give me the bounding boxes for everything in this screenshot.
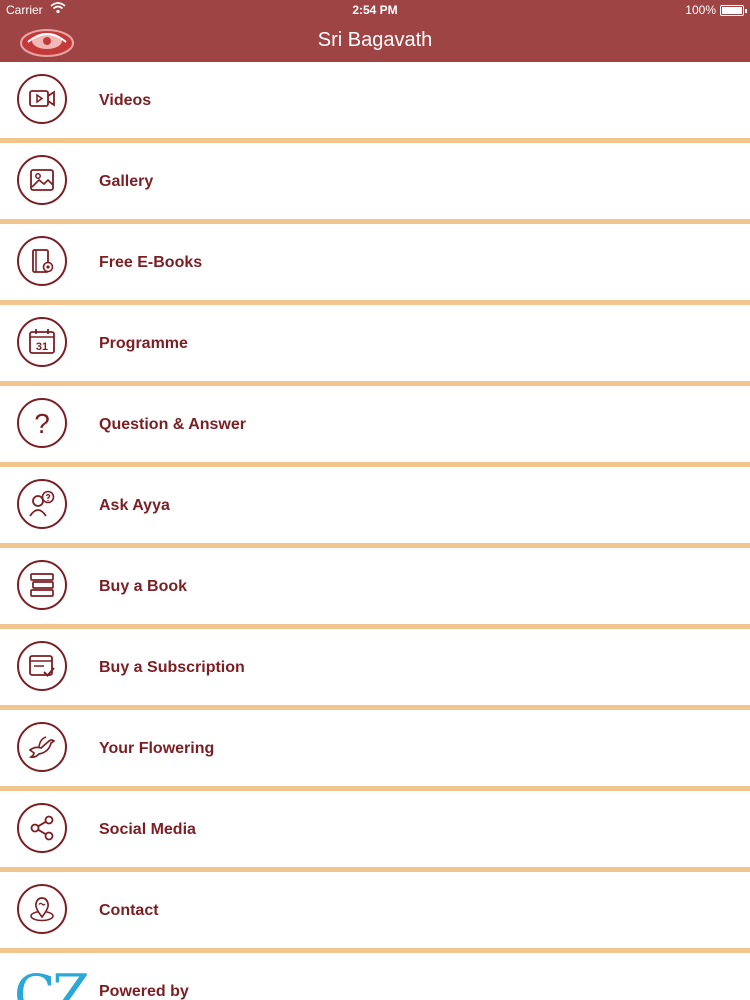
- menu-item-your-flowering[interactable]: Your Flowering: [0, 710, 750, 791]
- page-title: Sri Bagavath: [317, 29, 433, 51]
- menu-item-label: Programme: [99, 335, 188, 352]
- menu-item-label: Social Media: [99, 821, 196, 838]
- calendar-day-text: 31: [36, 341, 48, 353]
- powered-by-label: Powered by: [99, 983, 189, 1000]
- menu-item-label: Free E-Books: [99, 254, 203, 271]
- menu-item-label: Question & Answer: [99, 416, 246, 433]
- menu-item-free-ebooks[interactable]: Free E-Books: [0, 224, 750, 305]
- books-icon: [17, 560, 67, 610]
- battery-percent: 100%: [685, 3, 716, 17]
- menu-item-programme[interactable]: 31 Programme: [0, 305, 750, 386]
- menu-item-buy-subscription[interactable]: Buy a Subscription: [0, 629, 750, 710]
- status-time: 2:54 PM: [352, 3, 398, 17]
- calendar-icon: 31: [17, 317, 67, 367]
- ebook-icon: [17, 236, 67, 286]
- menu-item-gallery[interactable]: Gallery: [0, 143, 750, 224]
- location-icon: [17, 884, 67, 934]
- status-bar: Carrier 2:54 PM 100%: [0, 0, 750, 20]
- dove-icon: [17, 722, 67, 772]
- menu-item-social-media[interactable]: Social Media: [0, 791, 750, 872]
- menu-item-videos[interactable]: Videos: [0, 62, 750, 143]
- menu-item-label: Buy a Subscription: [99, 659, 245, 676]
- cz-logo[interactable]: CZ: [14, 963, 90, 1000]
- powered-by-section: CZ Powered by: [0, 953, 750, 1000]
- menu-item-label: Gallery: [99, 173, 154, 190]
- menu-item-label: Buy a Book: [99, 578, 188, 595]
- share-icon: [17, 803, 67, 853]
- question-mark-text: ?: [34, 408, 50, 438]
- menu-item-contact[interactable]: Contact: [0, 872, 750, 953]
- menu-item-ask-ayya[interactable]: Ask Ayya: [0, 467, 750, 548]
- menu-item-label: Your Flowering: [99, 740, 215, 757]
- nav-bar: Sri Bagavath: [0, 20, 750, 62]
- main-menu: Videos Gallery Free E-Books 31 Programme…: [0, 62, 750, 1000]
- image-icon: [17, 155, 67, 205]
- menu-item-buy-book[interactable]: Buy a Book: [0, 548, 750, 629]
- menu-item-label: Videos: [99, 92, 152, 109]
- video-icon: [17, 74, 67, 124]
- menu-item-label: Ask Ayya: [99, 497, 170, 514]
- menu-item-question-answer[interactable]: ? Question & Answer: [0, 386, 750, 467]
- menu-item-label: Contact: [99, 902, 159, 919]
- battery-icon: [720, 5, 747, 16]
- ask-person-icon: [17, 479, 67, 529]
- subscription-icon: [17, 641, 67, 691]
- question-icon: ?: [17, 398, 67, 448]
